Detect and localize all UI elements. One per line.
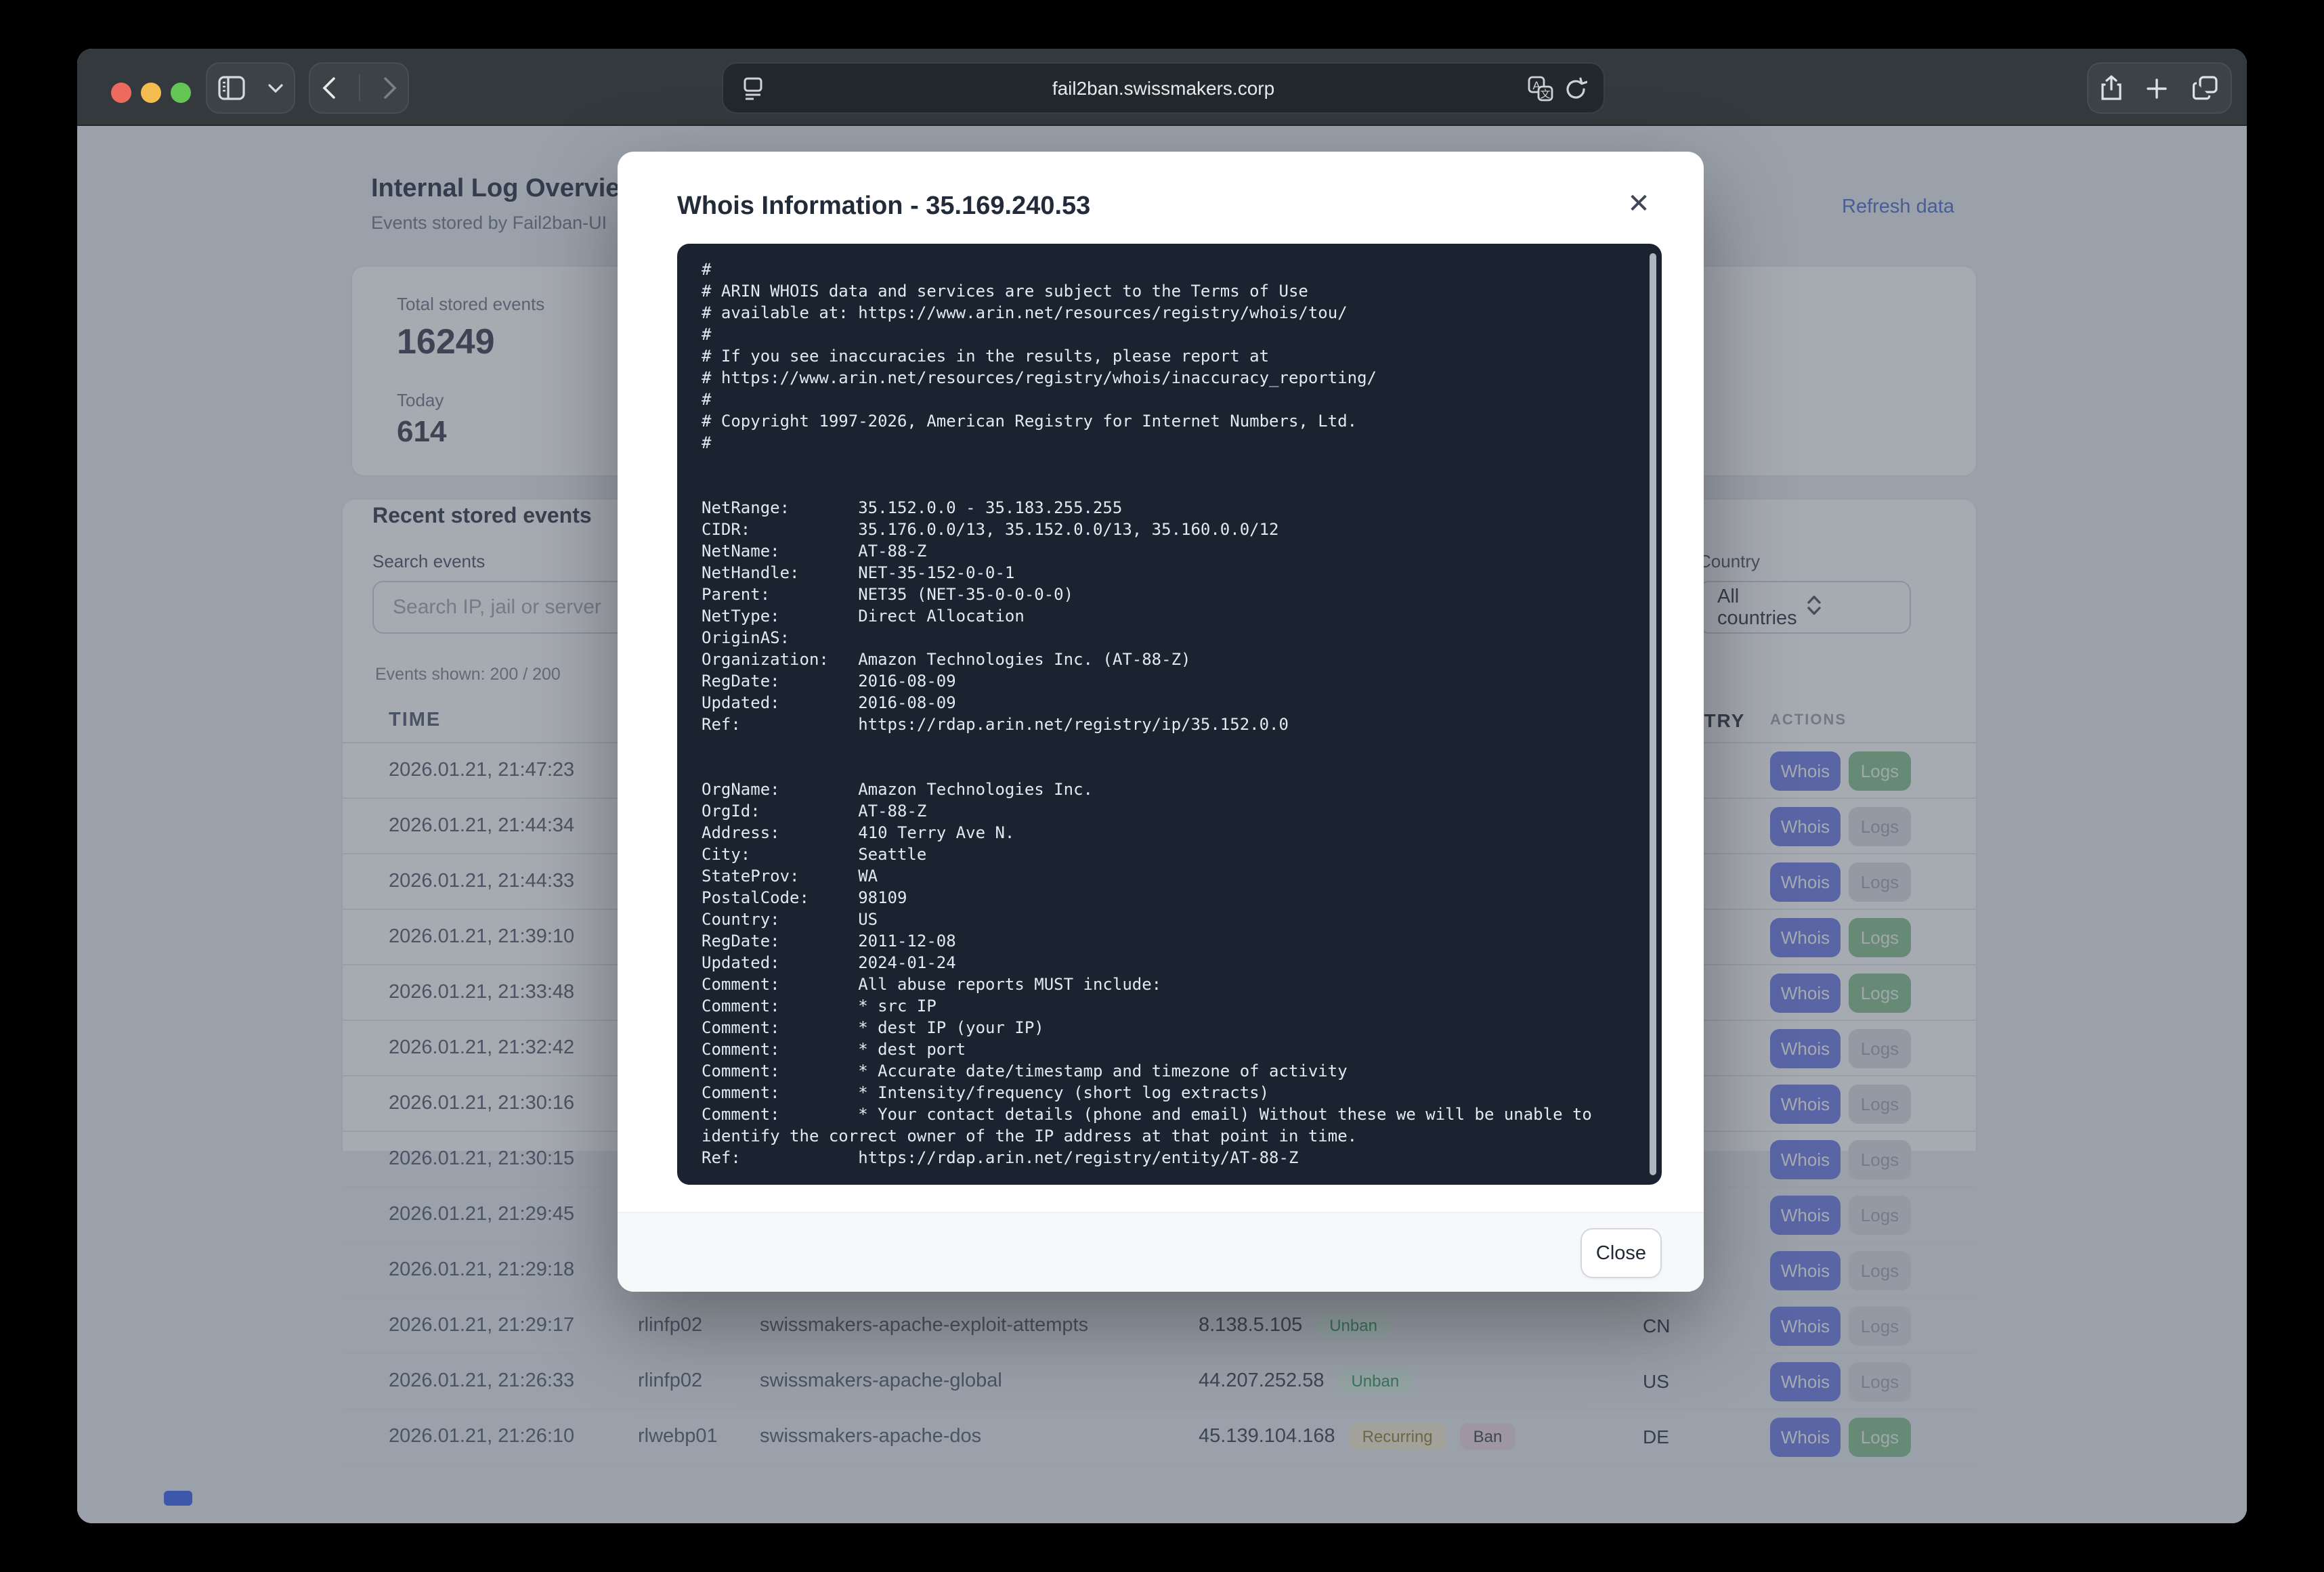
browser-toolbar: fail2ban.swissmakers.corp A文 bbox=[77, 49, 2247, 126]
window-zoom-button[interactable] bbox=[171, 83, 191, 103]
screen: fail2ban.swissmakers.corp A文 bbox=[0, 0, 2324, 1572]
back-icon[interactable] bbox=[322, 77, 335, 99]
sidebar-toggle-button[interactable] bbox=[206, 62, 295, 114]
reload-icon[interactable] bbox=[1564, 77, 1587, 108]
modal-title: Whois Information - 35.169.240.53 bbox=[677, 192, 1090, 222]
modal-close-icon[interactable]: ✕ bbox=[1618, 184, 1659, 225]
share-icon[interactable] bbox=[2101, 74, 2122, 102]
whois-modal: Whois Information - 35.169.240.53 ✕ # # … bbox=[618, 152, 1704, 1292]
chevron-down-icon bbox=[268, 83, 283, 93]
close-button[interactable]: Close bbox=[1580, 1228, 1662, 1278]
sidebar-icon bbox=[219, 76, 246, 100]
toolbar-right-buttons bbox=[2087, 62, 2232, 114]
svg-text:文: 文 bbox=[1540, 89, 1550, 100]
whois-output: # # ARIN WHOIS data and services are sub… bbox=[702, 259, 1637, 1169]
safari-window: fail2ban.swissmakers.corp A文 bbox=[77, 49, 2247, 1523]
modal-footer: Close bbox=[618, 1212, 1704, 1292]
translate-icon[interactable]: A文 bbox=[1528, 76, 1553, 108]
forward-icon[interactable] bbox=[383, 77, 396, 99]
tab-overview-icon[interactable] bbox=[2193, 76, 2218, 100]
window-close-button[interactable] bbox=[111, 83, 131, 103]
window-minimize-button[interactable] bbox=[141, 83, 161, 103]
url-text: fail2ban.swissmakers.corp bbox=[723, 77, 1604, 99]
nav-buttons bbox=[309, 62, 409, 114]
nav-separator bbox=[358, 74, 360, 102]
new-tab-icon[interactable] bbox=[2147, 78, 2168, 98]
terminal-scrollbar[interactable] bbox=[1650, 253, 1656, 1175]
page-settings-icon[interactable] bbox=[742, 76, 764, 110]
address-bar[interactable]: fail2ban.swissmakers.corp A文 bbox=[722, 62, 1605, 114]
page-content: Internal Log Overview Events stored by F… bbox=[77, 126, 2247, 1523]
whois-terminal: # # ARIN WHOIS data and services are sub… bbox=[677, 244, 1662, 1185]
